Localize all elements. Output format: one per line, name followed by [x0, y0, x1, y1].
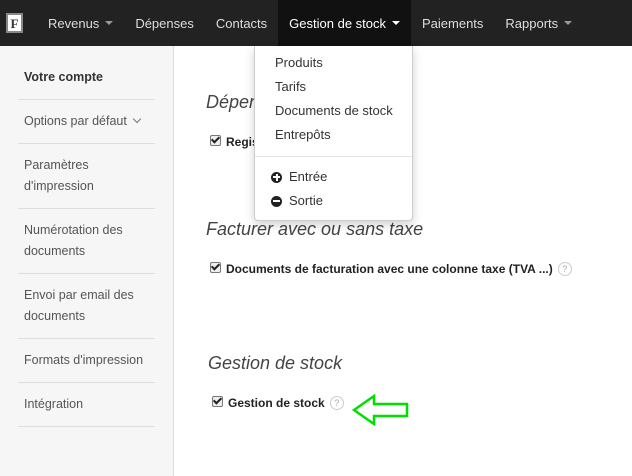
caret-down-icon	[564, 21, 573, 25]
checkbox[interactable]	[210, 261, 221, 273]
caret-down-icon	[105, 21, 114, 25]
nav-revenus[interactable]: Revenus	[37, 0, 124, 46]
chevron-down-icon	[132, 114, 142, 124]
settings-sidebar: Votre compte Options par défaut Paramètr…	[0, 46, 174, 476]
menu-item-documents-de-stock[interactable]: Documents de stock	[255, 99, 412, 123]
nav-contacts[interactable]: Contacts	[205, 0, 278, 46]
nav-paiements[interactable]: Paiements	[411, 0, 494, 46]
section-title-taxe: Facturer avec ou sans taxe	[206, 219, 424, 239]
nav-contacts-label: Contacts	[215, 15, 268, 31]
logo-letter: F	[10, 15, 19, 31]
nav-gestion-de-stock[interactable]: Gestion de stock	[278, 0, 411, 46]
minus-circle-icon	[271, 195, 282, 207]
sidebar-item-label: Options par défaut	[24, 114, 127, 128]
plus-circle-icon	[271, 171, 282, 183]
checkbox-row-gestion-stock[interactable]: Gestion de stock ?	[212, 395, 344, 410]
menu-item-entrepots[interactable]: Entrepôts	[255, 123, 412, 147]
sidebar-item-label: Envoi par email des documents	[24, 288, 134, 323]
sidebar-item-label: Votre compte	[24, 70, 103, 84]
caret-down-icon	[392, 21, 400, 25]
app-logo[interactable]: F	[6, 13, 23, 33]
sidebar-item-integration[interactable]: Intégration	[18, 383, 155, 427]
menu-item-tarifs[interactable]: Tarifs	[255, 75, 412, 99]
sidebar-item-numerotation[interactable]: Numérotation des documents	[18, 209, 155, 274]
nav-revenus-label: Revenus	[48, 15, 100, 31]
section-title-gestion-stock: Gestion de stock	[208, 353, 343, 373]
sidebar-item-label: Formats d'impression	[24, 353, 144, 367]
checkbox[interactable]	[212, 395, 223, 407]
menu-divider	[255, 156, 412, 157]
top-navbar: F Revenus Dépenses Contacts Gestion de s…	[0, 0, 632, 46]
left-arrow-annotation-icon	[352, 394, 409, 426]
nav-depenses-label: Dépenses	[135, 15, 194, 31]
sidebar-item-parametres-impression[interactable]: Paramètres d'impression	[18, 144, 155, 209]
nav-rapports-label: Rapports	[505, 15, 559, 31]
menu-item-sortie[interactable]: Sortie	[255, 189, 412, 213]
checkbox-label: Documents de facturation avec une colonn…	[226, 262, 553, 276]
gestion-stock-dropdown-menu: Produits Tarifs Documents de stock Entre…	[254, 46, 413, 221]
nav-paiements-label: Paiements	[422, 15, 484, 31]
menu-item-entree[interactable]: Entrée	[255, 165, 412, 189]
sidebar-item-votre-compte[interactable]: Votre compte	[18, 46, 155, 100]
nav-rapports[interactable]: Rapports	[494, 0, 583, 46]
help-icon[interactable]: ?	[557, 262, 572, 276]
nav-depenses[interactable]: Dépenses	[124, 0, 205, 46]
sidebar-item-label: Numérotation des documents	[24, 223, 123, 258]
menu-item-label: Entrée	[289, 169, 328, 184]
sidebar-item-envoi-email[interactable]: Envoi par email des documents	[18, 274, 155, 339]
sidebar-item-label: Paramètres d'impression	[24, 158, 94, 193]
menu-item-label: Sortie	[289, 193, 323, 208]
sidebar-item-formats-impression[interactable]: Formats d'impression	[18, 339, 155, 383]
section-title-depenses: Dépen	[206, 92, 260, 112]
sidebar-item-label: Intégration	[24, 397, 84, 411]
checkbox-label: Gestion de stock	[228, 396, 325, 410]
sidebar-item-options-par-defaut[interactable]: Options par défaut	[18, 100, 155, 144]
nav-gestion-label: Gestion de stock	[289, 15, 386, 31]
checkbox-row-colonne-taxe[interactable]: Documents de facturation avec une colonn…	[210, 261, 572, 276]
checkbox[interactable]	[210, 134, 221, 146]
checkbox-row-regis[interactable]: Regis	[210, 134, 259, 149]
menu-item-produits[interactable]: Produits	[255, 51, 412, 75]
help-icon[interactable]: ?	[329, 396, 344, 410]
